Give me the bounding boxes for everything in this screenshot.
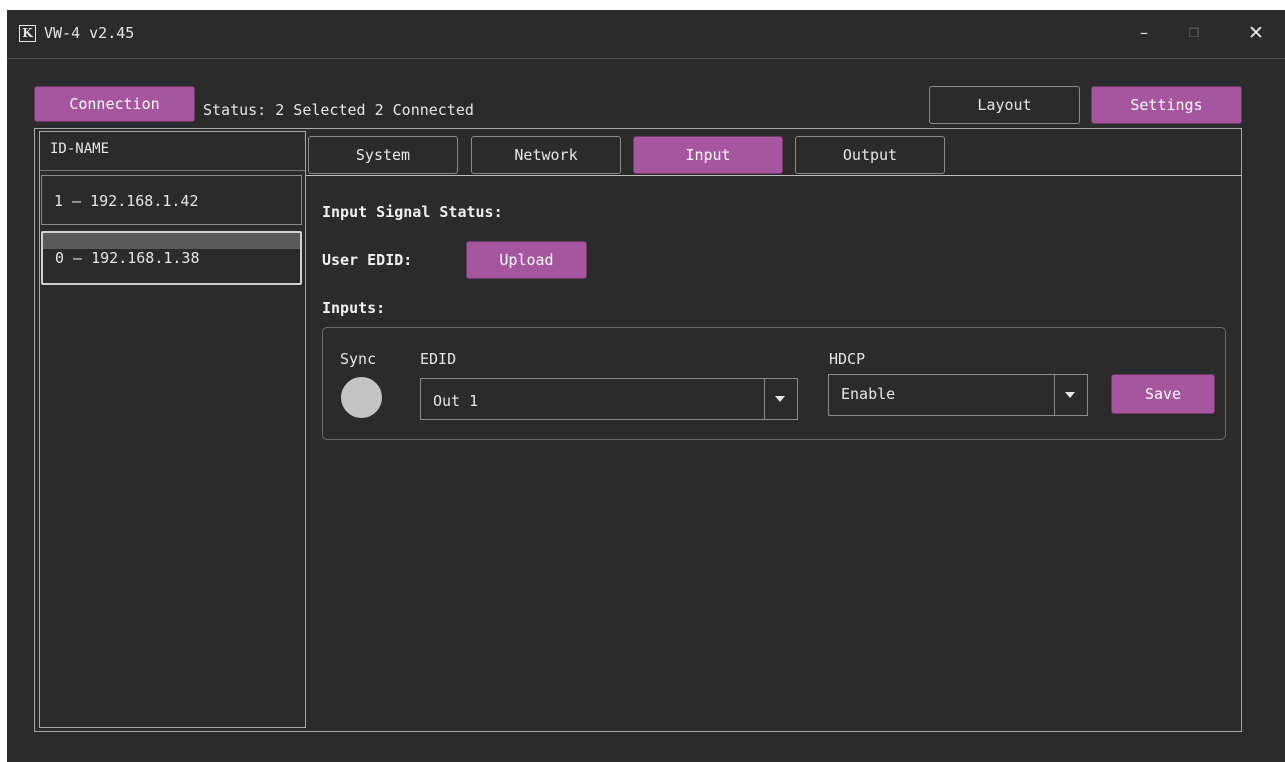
device-list-item-selected[interactable]: 0 – 192.168.1.38 <box>41 231 302 285</box>
hdcp-column-label: HDCP <box>829 350 866 368</box>
tab-output[interactable]: Output <box>795 136 945 174</box>
hdcp-select[interactable]: Enable <box>828 374 1088 416</box>
close-button[interactable]: ✕ <box>1241 20 1271 46</box>
upload-button[interactable]: Upload <box>466 241 587 279</box>
user-edid-label: User EDID: <box>322 251 413 269</box>
settings-button[interactable]: Settings <box>1091 86 1242 124</box>
hdcp-dropdown-button[interactable] <box>1054 375 1087 415</box>
window-title: VW-4 v2.45 <box>44 24 135 42</box>
sync-column-label: Sync <box>340 350 377 368</box>
device-list-item[interactable]: 1 – 192.168.1.42 <box>41 175 302 225</box>
connection-button[interactable]: Connection <box>34 86 195 122</box>
edid-select-value: Out 1 <box>433 392 479 410</box>
maximize-button[interactable]: ❐ <box>1179 20 1209 46</box>
chevron-down-icon <box>1065 392 1075 398</box>
tab-system[interactable]: System <box>308 136 458 174</box>
minimize-button[interactable]: – <box>1129 20 1159 46</box>
chevron-down-icon <box>775 396 785 402</box>
edid-dropdown-button[interactable] <box>764 379 797 419</box>
hdcp-select-value: Enable <box>841 385 896 403</box>
tab-input[interactable]: Input <box>633 136 783 174</box>
layout-button[interactable]: Layout <box>929 86 1080 124</box>
tab-network[interactable]: Network <box>471 136 621 174</box>
title-bar: K VW-4 v2.45 – ❐ ✕ <box>7 10 1285 59</box>
edid-column-label: EDID <box>420 350 457 368</box>
tab-divider <box>306 175 1242 176</box>
sync-status-indicator <box>341 377 382 418</box>
connection-status-text: Status: 2 Selected 2 Connected <box>203 101 474 119</box>
inputs-label: Inputs: <box>322 299 386 317</box>
device-list-header: ID-NAME <box>50 141 110 157</box>
save-button[interactable]: Save <box>1111 374 1215 414</box>
app-logo-icon: K <box>19 25 36 42</box>
edid-select[interactable]: Out 1 <box>420 378 798 420</box>
input-signal-status-label: Input Signal Status: <box>322 203 503 221</box>
header-divider <box>40 170 305 171</box>
